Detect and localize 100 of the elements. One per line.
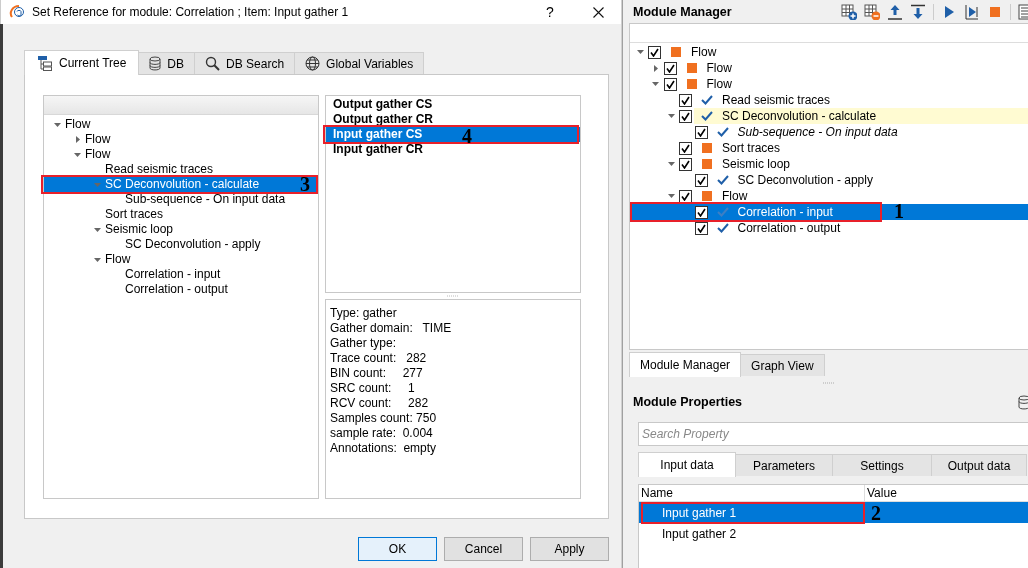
- info-line: Annotations: empty: [330, 441, 438, 456]
- splitter-handle-icon: [447, 295, 459, 297]
- caret-icon[interactable]: [667, 114, 675, 118]
- app-logo-icon: [9, 5, 25, 19]
- dialog-button[interactable]: Apply: [530, 537, 609, 561]
- close-icon: [592, 6, 604, 18]
- check-icon: [716, 223, 729, 233]
- module-item[interactable]: Read seismic traces: [630, 92, 1028, 108]
- module-item[interactable]: Correlation - input 1: [630, 204, 1028, 220]
- module-item[interactable]: Sub-sequence - On input data: [630, 124, 1028, 140]
- search-icon: [205, 56, 221, 71]
- caret-icon[interactable]: [636, 50, 644, 54]
- tree-item[interactable]: SC Deconvolution - calculate 3: [44, 177, 318, 192]
- tab[interactable]: DB: [138, 52, 196, 74]
- tab[interactable]: Input data: [638, 452, 736, 477]
- tree-item[interactable]: Flow: [44, 132, 318, 147]
- caret-icon[interactable]: [54, 122, 61, 127]
- checkbox[interactable]: [663, 77, 677, 91]
- tree-item[interactable]: Seismic loop: [44, 222, 318, 237]
- tab[interactable]: Global Variables: [294, 52, 425, 74]
- caret-icon[interactable]: [74, 152, 81, 157]
- globe-icon: [305, 56, 321, 71]
- tab[interactable]: Current Tree: [24, 50, 140, 75]
- info-line: Gather type:: [330, 336, 398, 351]
- tab[interactable]: Parameters: [735, 454, 833, 476]
- database-icon[interactable]: [1018, 394, 1028, 410]
- checkbox[interactable]: [679, 109, 692, 123]
- checkbox[interactable]: [679, 157, 692, 171]
- caret-icon[interactable]: [667, 194, 675, 198]
- step-play-icon[interactable]: [964, 3, 980, 20]
- module-item[interactable]: Sort traces: [630, 140, 1028, 156]
- caret-icon[interactable]: [653, 64, 658, 72]
- checkbox[interactable]: [679, 93, 692, 107]
- module-item[interactable]: Flow: [630, 76, 1028, 92]
- module-item[interactable]: Correlation - output: [630, 220, 1028, 236]
- tree-item[interactable]: Sort traces: [44, 207, 318, 222]
- tree-item[interactable]: SC Deconvolution - apply: [44, 237, 318, 252]
- dialog-button[interactable]: Cancel: [444, 537, 523, 561]
- column-header: Value: [866, 485, 898, 502]
- table-row[interactable]: Input gather 2: [639, 523, 1028, 544]
- tab[interactable]: Output data: [931, 454, 1027, 476]
- checkbox[interactable]: [694, 205, 708, 219]
- tree-item[interactable]: Flow: [44, 117, 318, 132]
- tree-item[interactable]: Correlation - output: [44, 282, 318, 297]
- check-icon: [716, 207, 729, 217]
- tab[interactable]: Module Manager: [629, 352, 742, 377]
- panel-title: Module Manager: [632, 4, 732, 19]
- tree-item[interactable]: Correlation - input: [44, 267, 318, 282]
- splitter-handle-icon: [822, 382, 835, 384]
- check-icon: [716, 127, 729, 137]
- help-button[interactable]: ?: [532, 0, 568, 24]
- module-item[interactable]: Flow: [630, 44, 1028, 60]
- caret-icon[interactable]: [94, 257, 101, 262]
- table-cell-text: Input gather 2: [661, 525, 738, 543]
- tab[interactable]: DB Search: [194, 52, 296, 74]
- info-line: Type: gather: [330, 306, 398, 321]
- check-icon: [716, 175, 729, 185]
- list-item[interactable]: Output gather CR: [326, 112, 580, 127]
- info-line: Samples count: 750: [330, 411, 438, 426]
- module-item[interactable]: SC Deconvolution - apply: [630, 172, 1028, 188]
- panel-title: Module Properties: [632, 395, 743, 409]
- tab[interactable]: Settings: [832, 454, 932, 476]
- remove-grid-icon[interactable]: [864, 3, 880, 20]
- info-line: sample rate: 0.004: [330, 426, 434, 441]
- dialog-button[interactable]: OK: [358, 537, 437, 561]
- square-icon: [671, 47, 681, 57]
- tree-item[interactable]: Flow: [44, 147, 318, 162]
- callout-number: 2: [871, 501, 881, 524]
- caret-icon[interactable]: [667, 162, 675, 166]
- caret-icon[interactable]: [94, 227, 101, 232]
- move-down-icon[interactable]: [910, 3, 926, 20]
- info-line: RCV count: 282: [330, 396, 430, 411]
- window-title: Set Reference for module: Correlation ; Item: Input gather 1: [32, 5, 350, 19]
- tree-item[interactable]: Sub-sequence - On input data: [44, 192, 318, 207]
- square-icon: [686, 79, 697, 89]
- module-item[interactable]: Seismic loop: [630, 156, 1028, 172]
- table-row[interactable]: Input gather 1 2: [639, 502, 1028, 523]
- caret-icon[interactable]: [75, 136, 80, 143]
- checkbox[interactable]: [663, 61, 677, 75]
- add-grid-icon[interactable]: [841, 3, 857, 20]
- square-icon: [702, 159, 712, 169]
- module-item[interactable]: Flow: [630, 60, 1028, 76]
- search-field[interactable]: Search Property: [638, 422, 1028, 446]
- checkbox[interactable]: [679, 189, 692, 203]
- checkbox[interactable]: [694, 125, 708, 139]
- list-item[interactable]: Input gather CS 4: [326, 127, 580, 142]
- square-icon: [702, 191, 712, 201]
- square-icon: [702, 143, 712, 153]
- checkbox[interactable]: [694, 173, 708, 187]
- caret-icon[interactable]: [652, 82, 659, 86]
- checkbox[interactable]: [679, 141, 692, 155]
- square-icon: [686, 63, 697, 73]
- move-up-icon[interactable]: [887, 3, 903, 20]
- database-icon: [149, 56, 162, 71]
- checkbox[interactable]: [648, 45, 661, 59]
- tab[interactable]: Graph View: [740, 354, 825, 376]
- check-icon: [701, 111, 713, 121]
- list-item[interactable]: Output gather CS: [326, 97, 580, 112]
- tree-icon: [37, 55, 53, 71]
- tree-item[interactable]: Flow: [44, 252, 318, 267]
